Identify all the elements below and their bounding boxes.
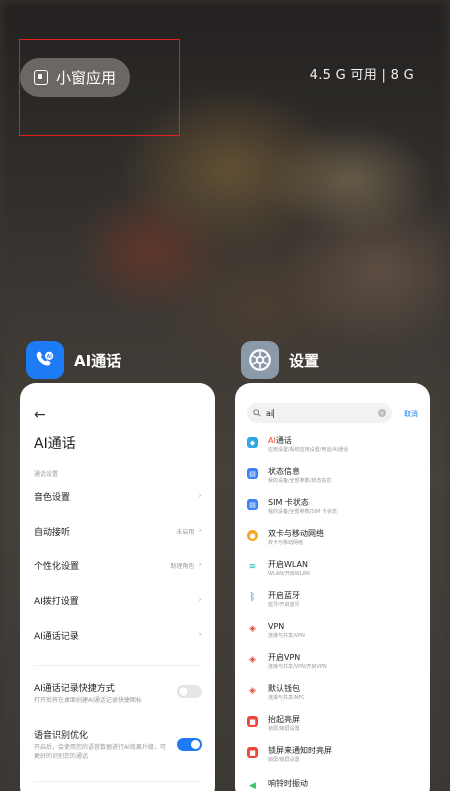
settings-row-voice[interactable]: 音色设置 › — [34, 486, 202, 506]
svg-text:AI: AI — [47, 354, 53, 360]
row-label: AI拨打设置 — [34, 596, 79, 607]
row-label: 个性化设置 — [34, 561, 80, 572]
divider — [34, 781, 202, 782]
shortcut-toggle-switch[interactable] — [177, 685, 202, 698]
row-label: 音色设置 — [34, 492, 71, 503]
section-label: 通话设置 — [34, 471, 59, 478]
ai-icon: ◆ — [247, 437, 258, 448]
search-result-item[interactable]: ᛒ 开启蓝牙 蓝牙/开启蓝牙 — [247, 590, 422, 609]
search-result-item[interactable]: ● 双卡与移动网络 双卡与移动网络 — [247, 528, 422, 547]
search-result-item[interactable]: ≋ 开启WLAN WLAN/开启WLAN — [247, 559, 422, 578]
ai-call-icon: AI — [26, 341, 64, 379]
vpn-icon: ◈ — [249, 623, 256, 634]
search-result-item[interactable]: ◈ 默认钱包 连接与共享/NFC — [247, 683, 422, 702]
search-result-item[interactable]: ■ 锁屏来通知时亮屏 锁屏/锁屏设置 — [247, 745, 422, 764]
settings-row-ai-records[interactable]: AI通话记录 › — [34, 625, 202, 645]
chevron-right-icon: › — [198, 526, 202, 536]
ai-call-app-card[interactable]: ← AI通话 通话设置 音色设置 › 自动接听 未启用 › 个性化设置 助理角色 ›… — [20, 383, 215, 791]
row-value: 助理角色 — [170, 562, 195, 570]
search-result-item[interactable]: ■ 抬起亮屏 锁屏/锁屏设置 — [247, 714, 422, 733]
search-result-item[interactable]: ◀ 响铃时振动 — [247, 778, 422, 791]
highlight-box — [19, 39, 180, 136]
page-title: AI通话 — [34, 436, 76, 452]
vpn-icon: ◈ — [249, 654, 256, 665]
search-icon — [253, 409, 261, 417]
lock-icon: ■ — [247, 716, 258, 727]
bluetooth-icon: ᛒ — [249, 592, 256, 603]
toggle-row-shortcut[interactable]: AI通话记录快捷方式 打开后将在桌面创建AI通话记录快捷图标 — [34, 681, 202, 705]
search-result-item[interactable]: ▤ 状态信息 我的设备/全部参数/状态信息 — [247, 466, 422, 485]
sound-icon: ◀ — [249, 780, 256, 791]
chevron-right-icon: › — [198, 491, 202, 501]
settings-row-auto-answer[interactable]: 自动接听 未启用 › — [34, 521, 202, 541]
voice-optimize-toggle-switch[interactable] — [177, 738, 202, 751]
search-result-item[interactable]: ◆ AI通话 应用设置/系统应用设置/电话/AI通话 — [247, 435, 422, 454]
clear-icon[interactable]: × — [378, 409, 386, 417]
toggle-desc: 打开后将在桌面创建AI通话记录快捷图标 — [34, 697, 142, 704]
chevron-right-icon: › — [198, 630, 202, 640]
settings-app-card[interactable]: ai × 取消 ◆ AI通话 应用设置/系统应用设置/电话/AI通话 ▤ 状态信息… — [235, 383, 430, 791]
nfc-icon: ◈ — [249, 685, 256, 696]
app-header-settings[interactable]: 设置 — [241, 341, 319, 379]
sim-icon: ● — [247, 530, 258, 541]
search-result-item[interactable]: ◈ 开启VPN 连接与共享/VPN/开启VPN — [247, 652, 422, 671]
row-label: AI通话记录 — [34, 631, 79, 642]
toggle-label: 语音识别优化 — [34, 731, 89, 741]
settings-row-personalize[interactable]: 个性化设置 助理角色 › — [34, 555, 202, 575]
toggle-row-voice-optimize[interactable]: 语音识别优化 开启后，会使用您的语音数据进行AI效果升级，可更好的识别您的通话 — [34, 728, 202, 761]
search-result-item[interactable]: ▤ SIM 卡状态 我的设备/全部参数/SIM 卡状态 — [247, 497, 422, 516]
search-bar[interactable]: ai × — [247, 403, 392, 423]
memory-status: 4.5 G 可用 | 8 G — [309, 68, 414, 83]
toggle-desc: 开启后，会使用您的语音数据进行AI效果升级，可更好的识别您的通话 — [34, 744, 166, 760]
row-value: 未启用 — [176, 528, 195, 536]
app-name-ai-call: AI通话 — [74, 351, 122, 370]
settings-gear-icon — [241, 341, 279, 379]
search-result-item[interactable]: ◈ VPN 连接与共享/VPN — [247, 621, 422, 640]
app-name-settings: 设置 — [289, 351, 320, 370]
back-arrow-icon[interactable]: ← — [34, 407, 46, 423]
divider — [34, 665, 202, 666]
search-input[interactable]: ai — [266, 408, 373, 418]
lock-icon: ■ — [247, 747, 258, 758]
chevron-right-icon: › — [198, 560, 202, 570]
info-icon: ▤ — [247, 499, 258, 510]
app-header-ai-call[interactable]: AI AI通话 — [26, 341, 121, 379]
settings-row-ai-dial[interactable]: AI拨打设置 › — [34, 590, 202, 610]
cancel-button[interactable]: 取消 — [404, 409, 418, 419]
info-icon: ▤ — [247, 468, 258, 479]
wifi-icon: ≋ — [248, 561, 257, 572]
chevron-right-icon: › — [198, 595, 202, 605]
row-label: 自动接听 — [34, 527, 71, 538]
